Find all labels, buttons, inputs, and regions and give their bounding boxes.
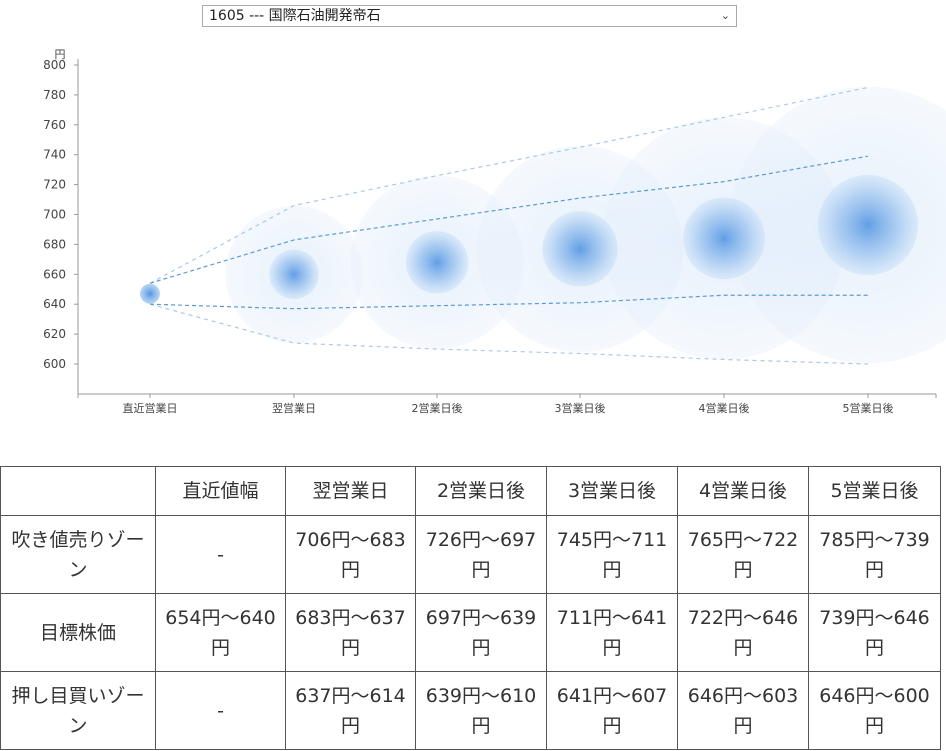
- x-tick-label: 3営業日後: [555, 401, 606, 415]
- y-tick-label: 740: [43, 148, 66, 162]
- y-tick-label: 660: [43, 267, 66, 281]
- table-header-row: 直近値幅 翌営業日 2営業日後 3営業日後 4営業日後 5営業日後: [0, 466, 941, 516]
- y-tick-label: 700: [43, 208, 66, 222]
- table-cell: -: [155, 671, 286, 750]
- table-header-cell: 2営業日後: [415, 466, 547, 516]
- table-header-cell: 3営業日後: [546, 466, 678, 516]
- table-header-cell: [0, 466, 156, 516]
- table-cell: 785円～739円: [808, 515, 941, 594]
- table-cell: -: [155, 515, 286, 594]
- table-cell: 639円～610円: [415, 671, 547, 750]
- x-tick-label: 4営業日後: [699, 401, 750, 415]
- chevron-down-icon: ⌄: [720, 9, 730, 22]
- bubble-target: [817, 174, 919, 276]
- table-cell: 765円～722円: [677, 515, 809, 594]
- y-tick-label: 780: [43, 88, 66, 102]
- table-cell: 641円～607円: [546, 671, 678, 750]
- table-cell: 646円～600円: [808, 671, 941, 750]
- bubble-target: [269, 249, 319, 300]
- bubble-current: [140, 283, 160, 304]
- stock-select[interactable]: 1605 --- 国際石油開発帝石 ⌄: [202, 5, 737, 27]
- x-tick-label: 翌営業日: [272, 401, 316, 415]
- table-header-cell: 直近値幅: [155, 466, 286, 516]
- forecast-bubble-chart: 600620640660680700720740760780800円直近営業日翌…: [43, 48, 946, 415]
- row-label: 押し目買いゾーン: [0, 671, 156, 750]
- x-tick-label: 直近営業日: [123, 401, 178, 415]
- table-row: 押し目買いゾーン - 637円～614円 639円～610円 641円～607円…: [0, 671, 941, 750]
- forecast-zone-table: 直近値幅 翌営業日 2営業日後 3営業日後 4営業日後 5営業日後 吹き値売りゾ…: [0, 466, 941, 750]
- y-tick-label: 620: [43, 327, 66, 341]
- table-cell: 637円～614円: [285, 671, 416, 750]
- table-cell: 646円～603円: [677, 671, 809, 750]
- bubble-target: [542, 211, 618, 287]
- table-cell: 745円～711円: [546, 515, 678, 594]
- table-cell: 683円～637円: [285, 593, 416, 672]
- y-tick-label: 600: [43, 357, 66, 371]
- table-cell: 706円～683円: [285, 515, 416, 594]
- x-tick-label: 2営業日後: [412, 401, 463, 415]
- table-cell: 711円～641円: [546, 593, 678, 672]
- y-tick-label: 720: [43, 178, 66, 192]
- bubble-target: [405, 231, 469, 294]
- table-header-cell: 5営業日後: [808, 466, 941, 516]
- table-cell: 726円～697円: [415, 515, 547, 594]
- table-row: 目標株価 654円～640円 683円～637円 697円～639円 711円～…: [0, 593, 941, 672]
- y-tick-label: 680: [43, 237, 66, 251]
- table-row: 吹き値売りゾーン - 706円～683円 726円～697円 745円～711円…: [0, 515, 941, 594]
- y-tick-label: 640: [43, 297, 66, 311]
- table-cell: 722円～646円: [677, 593, 809, 672]
- table-cell: 654円～640円: [155, 593, 286, 672]
- table-header-cell: 4営業日後: [677, 466, 809, 516]
- table-cell: 697円～639円: [415, 593, 547, 672]
- table-header-cell: 翌営業日: [285, 466, 416, 516]
- bubble-target: [683, 197, 765, 280]
- stock-select-value: 1605 --- 国際石油開発帝石: [209, 8, 381, 24]
- table-cell: 739円～646円: [808, 593, 941, 672]
- row-label: 目標株価: [0, 593, 156, 672]
- row-label: 吹き値売りゾーン: [0, 515, 156, 594]
- y-tick-label: 760: [43, 118, 66, 132]
- y-axis-unit-label: 円: [55, 48, 66, 61]
- x-tick-label: 5営業日後: [843, 401, 894, 415]
